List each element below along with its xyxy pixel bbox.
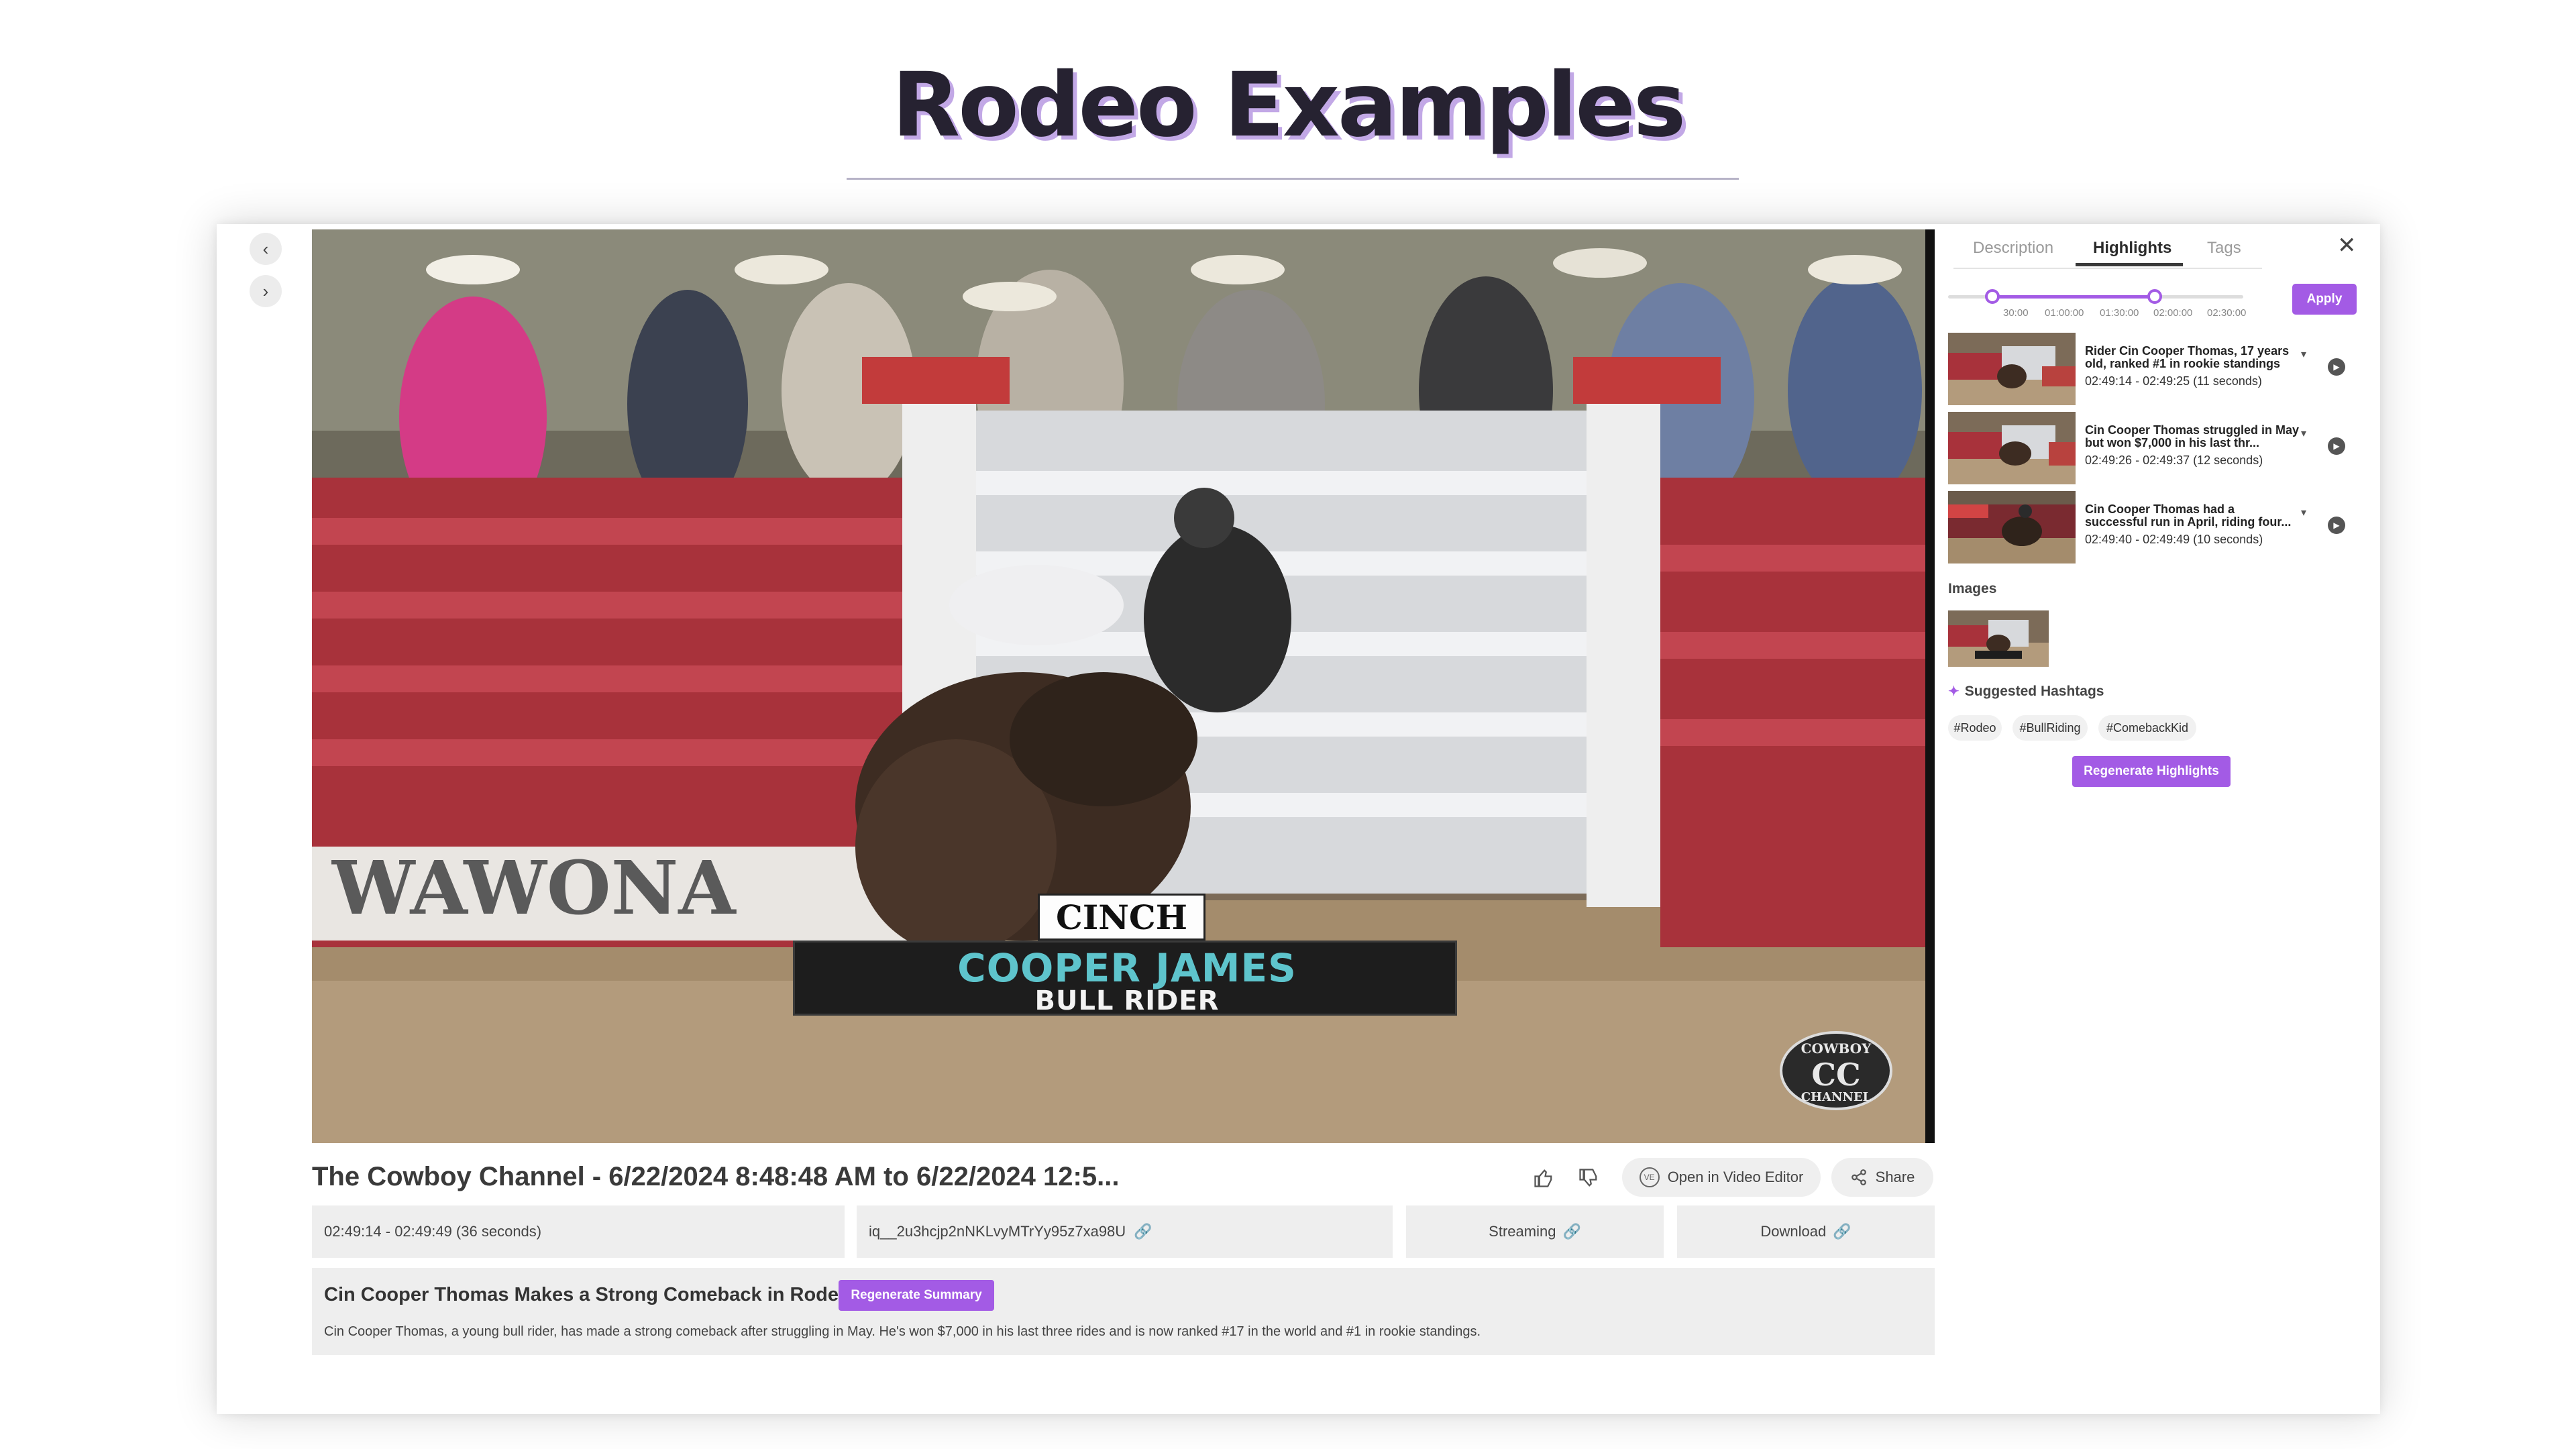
highlight-title: Rider Cin Cooper Thomas, 17 years old, r… [2085,345,2290,370]
tab-highlights[interactable]: Highlights [2093,239,2171,258]
play-icon[interactable]: ▶ [2328,517,2345,534]
slider-tick-label: 01:00:00 [2045,307,2084,319]
images-label: Images [1948,581,1997,596]
rider-name: COOPER JAMES [957,945,1297,991]
highlight-item[interactable]: Cin Cooper Thomas struggled in May but w… [1948,412,2364,486]
chevron-right-icon: › [262,280,269,301]
regenerate-summary-button[interactable]: Regenerate Summary [839,1280,994,1311]
link-icon: 🔗 [1833,1223,1851,1240]
svg-text:WAWONA: WAWONA [331,845,737,931]
thumbs-up-button[interactable] [1526,1161,1561,1195]
open-video-editor-label: Open in Video Editor [1667,1169,1804,1185]
thumbs-down-icon [1579,1169,1597,1187]
tab-tags[interactable]: Tags [2207,239,2241,258]
image-thumbnail[interactable] [1948,610,2049,667]
highlight-title: Cin Cooper Thomas struggled in May but w… [2085,424,2300,449]
share-button[interactable]: Share [1831,1158,1933,1197]
time-range-text: 02:49:14 - 02:49:49 (36 seconds) [324,1223,542,1240]
slider-tick-label: 30:00 [2003,307,2029,319]
share-icon [1851,1169,1866,1185]
apply-button[interactable]: Apply [2292,284,2357,315]
play-icon[interactable]: ▶ [2328,437,2345,455]
highlight-thumbnail [1948,333,2076,405]
sparkle-icon: ✦ [1948,684,1960,699]
channel-logo: COWBOY CC CHANNEL [1780,1031,1892,1110]
slider-range-fill [1992,295,2155,299]
copy-link-icon: 🔗 [1134,1223,1152,1240]
video-title: The Cowboy Channel - 6/22/2024 8:48:48 A… [312,1162,1120,1191]
logo-top-text: COWBOY [1801,1040,1872,1057]
close-icon[interactable]: ✕ [2337,232,2357,259]
streaming-link[interactable]: Streaming 🔗 [1406,1205,1664,1258]
time-range-field: 02:49:14 - 02:49:49 (36 seconds) [312,1205,845,1258]
rider-role: BULL RIDER [1034,985,1220,1016]
sponsor-label: CINCH [1038,894,1205,941]
suggested-hashtags-label: Suggested Hashtags [1964,684,2104,699]
download-label: Download [1760,1223,1827,1240]
logo-mark: CC [1811,1057,1861,1093]
suggested-hashtags-heading: ✦ Suggested Hashtags [1948,683,2104,700]
chevron-down-icon[interactable]: ▾ [2301,347,2306,361]
slider-tick-label: 02:00:00 [2153,307,2193,319]
highlight-item[interactable]: Cin Cooper Thomas had a successful run i… [1948,491,2364,565]
highlight-time: 02:49:40 - 02:49:49 (10 seconds) [2085,533,2263,546]
slider-tick-label: 01:30:00 [2100,307,2139,319]
highlight-time: 02:49:14 - 02:49:25 (11 seconds) [2085,374,2262,388]
streaming-label: Streaming [1489,1223,1556,1240]
tab-description[interactable]: Description [1973,239,2053,258]
chevron-left-icon: ‹ [262,238,269,259]
highlight-item[interactable]: Rider Cin Cooper Thomas, 17 years old, r… [1948,333,2364,407]
highlight-thumbnail [1948,412,2076,484]
slider-start-handle[interactable] [1985,289,2000,304]
next-button[interactable]: › [250,275,282,307]
asset-id-field[interactable]: iq__2u3hcjp2nNKLvyMTrYy95z7xa98U 🔗 [857,1205,1393,1258]
regenerate-highlights-button[interactable]: Regenerate Highlights [2072,756,2231,787]
share-label: Share [1875,1169,1915,1185]
previous-button[interactable]: ‹ [250,233,282,265]
highlight-time: 02:49:26 - 02:49:37 (12 seconds) [2085,453,2263,467]
video-edge [1925,229,1935,1143]
hashtag-chip[interactable]: #BullRiding [2012,715,2088,741]
summary-text: Cin Cooper Thomas, a young bull rider, h… [324,1324,1481,1339]
chevron-down-icon[interactable]: ▾ [2301,506,2306,519]
link-icon: 🔗 [1562,1223,1581,1240]
summary-title: Cin Cooper Thomas Makes a Strong Comebac… [324,1284,851,1305]
video-player[interactable]: WAWONA CINCH COOPER JAMES BULL RIDER COW… [312,229,1935,1143]
slider-end-handle[interactable] [2147,289,2162,304]
hashtag-chip[interactable]: #Rodeo [1948,715,2002,741]
active-tab-indicator [2076,263,2183,266]
download-link[interactable]: Download 🔗 [1677,1205,1935,1258]
highlight-thumbnail [1948,491,2076,564]
open-video-editor-button[interactable]: VE Open in Video Editor [1622,1158,1821,1197]
play-icon[interactable]: ▶ [2328,358,2345,376]
slider-tick-label: 02:30:00 [2207,307,2247,319]
page-title: Rodeo Examples [892,54,1686,157]
thumbs-up-icon [1534,1169,1552,1187]
chevron-down-icon[interactable]: ▾ [2301,427,2306,440]
thumbs-down-button[interactable] [1571,1161,1606,1195]
summary-section: Cin Cooper Thomas Makes a Strong Comebac… [312,1268,1935,1355]
logo-bottom-text: CHANNEL [1801,1090,1872,1104]
name-bar: COOPER JAMES BULL RIDER [793,941,1457,1016]
video-editor-icon: VE [1639,1167,1660,1187]
hashtag-chip[interactable]: #ComebackKid [2098,715,2196,741]
title-underline [847,178,1739,180]
highlight-title: Cin Cooper Thomas had a successful run i… [2085,503,2292,529]
tab-border [1953,268,2262,269]
asset-id-text: iq__2u3hcjp2nNKLvyMTrYy95z7xa98U [869,1223,1126,1240]
